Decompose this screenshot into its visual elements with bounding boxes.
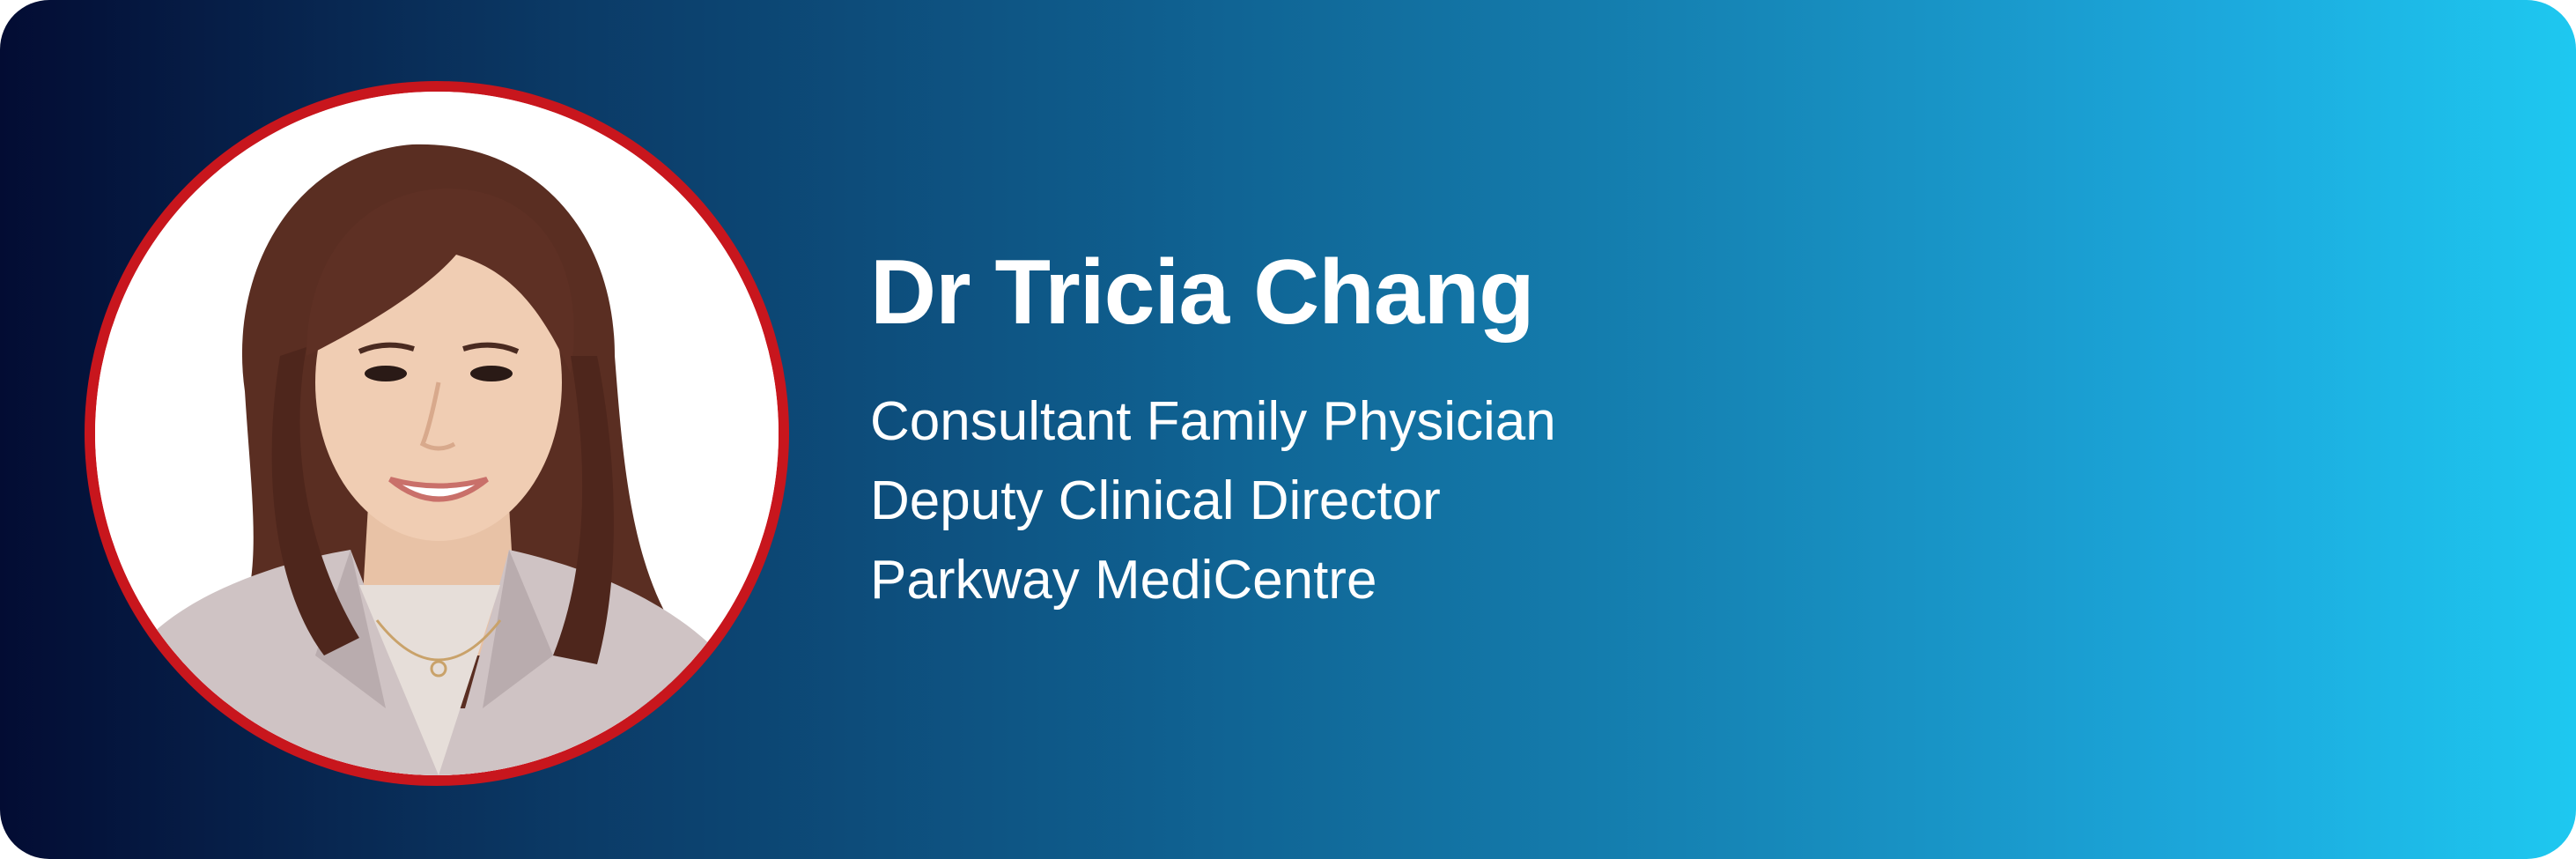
profile-text: Dr Tricia Chang Consultant Family Physic… bbox=[870, 238, 2279, 620]
organization-name: Parkway MediCentre bbox=[870, 550, 1377, 611]
avatar bbox=[95, 92, 779, 775]
role-title: Deputy Clinical Director bbox=[870, 470, 1441, 531]
right-eye bbox=[470, 366, 513, 381]
avatar-frame bbox=[85, 81, 789, 786]
portrait-photo bbox=[95, 92, 779, 775]
left-eye bbox=[365, 366, 407, 381]
doctor-name: Dr Tricia Chang bbox=[870, 241, 1535, 344]
profile-card: Dr Tricia Chang Consultant Family Physic… bbox=[0, 0, 2576, 859]
job-title: Consultant Family Physician bbox=[870, 391, 1556, 452]
